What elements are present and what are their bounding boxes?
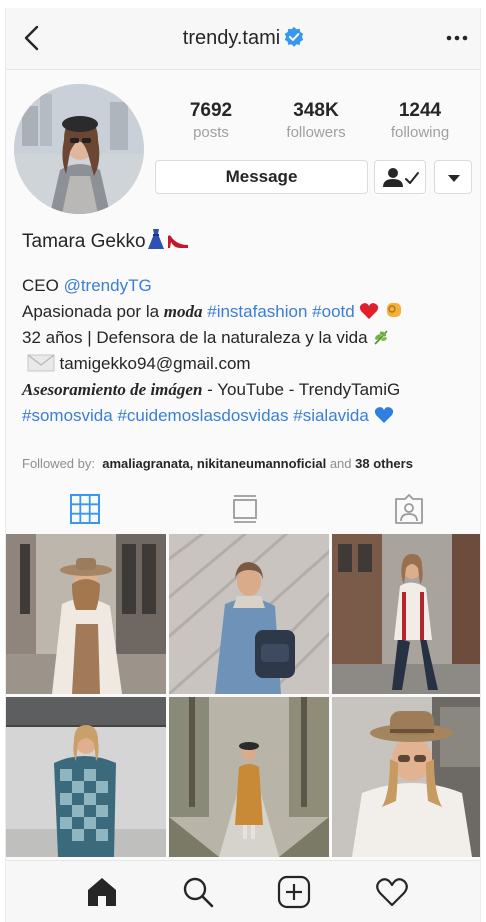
followers-stat[interactable]: 348K followers	[271, 100, 361, 141]
red-heart-emoji-icon	[360, 303, 379, 319]
search-icon	[183, 877, 214, 908]
post-thumbnail-3[interactable]	[332, 534, 480, 694]
avatar-image	[14, 84, 144, 214]
post-image	[169, 697, 329, 857]
hashtag-ootd[interactable]: #ootd	[312, 302, 355, 321]
feed-icon	[233, 495, 257, 523]
more-horizontal-icon	[446, 35, 468, 41]
followers-label: followers	[286, 124, 346, 141]
post-image	[6, 697, 166, 857]
herb-emoji-icon	[374, 330, 388, 345]
bio-line-email: tamigekko94@gmail.com	[22, 351, 472, 377]
hashtag-instafashion[interactable]: #instafashion	[207, 302, 307, 321]
bio-line-youtube: Asesoramiento de imágen - YouTube - Tren…	[22, 377, 472, 403]
posts-grid	[6, 534, 480, 860]
bio-youtube-text: - YouTube - TrendyTamiG	[202, 380, 401, 399]
bio-line-hashtags: #somosvida #cuidemoslasdosvidas #sialavi…	[22, 403, 472, 429]
profile-name: Tamara Gekko	[22, 228, 472, 255]
bio-line-passion: Apasionada por la moda #instafashion #oo…	[22, 299, 472, 325]
post-thumbnail-5[interactable]	[169, 697, 329, 857]
more-options-button[interactable]	[444, 30, 470, 46]
post-image	[169, 534, 329, 694]
nav-home[interactable]	[85, 875, 119, 909]
nav-new-post[interactable]	[277, 875, 311, 909]
suggestions-dropdown-button[interactable]	[434, 160, 472, 194]
post-image	[332, 697, 480, 857]
followers-count: 348K	[293, 100, 339, 121]
dress-emoji-icon	[147, 229, 164, 249]
hashtag-cuidemoslasdosvidas[interactable]: #cuidemoslasdosvidas	[117, 406, 288, 425]
profile-bio: Tamara Gekko CEO @trendyTG Apasionada po…	[22, 228, 472, 429]
posts-label: posts	[193, 124, 229, 141]
nav-activity[interactable]	[375, 875, 409, 909]
profile-avatar[interactable]	[14, 84, 144, 214]
post-thumbnail-6[interactable]	[332, 697, 480, 857]
ok-hand-emoji-icon	[387, 303, 402, 317]
bio-moda-text: moda	[163, 302, 203, 321]
bio-about-text: 32 años | Defensora de la naturaleza y l…	[22, 328, 368, 347]
person-check-icon	[383, 168, 419, 187]
top-bar: trendy.tami	[6, 8, 480, 70]
bio-passion-text: Apasionada por la	[22, 302, 164, 321]
message-button[interactable]: Message	[155, 160, 368, 194]
hashtag-sialavida[interactable]: #sialavida	[293, 406, 369, 425]
followed-by-others: 38 others	[355, 456, 413, 471]
bio-line-about: 32 años | Defensora de la naturaleza y l…	[22, 325, 472, 351]
followed-by[interactable]: Followed by: amaliagranata, nikitaneuman…	[22, 456, 413, 471]
bio-line-ceo: CEO @trendyTG	[22, 273, 472, 299]
email-text[interactable]: tamigekko94@gmail.com	[59, 354, 250, 373]
posts-count: 7692	[189, 100, 233, 121]
app-frame: trendy.tami 7692 posts 348K followers 12…	[5, 8, 481, 922]
hashtag-somosvida[interactable]: #somosvida	[22, 406, 113, 425]
verified-badge-icon	[284, 26, 304, 47]
mention-link[interactable]: @trendyTG	[64, 276, 152, 295]
blue-heart-emoji-icon	[374, 407, 393, 423]
nav-search[interactable]	[181, 875, 215, 909]
header-title: trendy.tami	[6, 26, 480, 50]
posts-stat[interactable]: 7692 posts	[166, 100, 256, 141]
followed-by-and: and	[329, 456, 352, 471]
username-title: trendy.tami	[182, 27, 281, 49]
caret-down-icon	[448, 175, 460, 182]
profile-tabs	[6, 482, 480, 532]
post-thumbnail-4[interactable]	[6, 697, 166, 857]
post-image	[6, 534, 166, 694]
post-thumbnail-1[interactable]	[6, 534, 166, 694]
profile-header: 7692 posts 348K followers 1244 following…	[6, 70, 480, 218]
following-count: 1244	[398, 100, 442, 121]
tagged-person-icon	[395, 494, 423, 524]
following-stat[interactable]: 1244 following	[375, 100, 465, 141]
grid-icon	[70, 494, 100, 524]
following-button[interactable]	[374, 160, 426, 194]
tab-feed[interactable]	[228, 494, 262, 524]
profile-name-text: Tamara Gekko	[22, 231, 146, 252]
bio-ceo-text: CEO	[22, 276, 64, 295]
home-icon	[88, 878, 116, 906]
followed-by-prefix: Followed by:	[22, 456, 95, 471]
post-thumbnail-2[interactable]	[169, 534, 329, 694]
tab-tagged[interactable]	[392, 494, 426, 524]
tab-grid[interactable]	[68, 494, 102, 524]
post-image	[332, 534, 480, 694]
following-label: following	[390, 124, 450, 141]
followed-by-names: amaliagranata, nikitaneumannoficial	[102, 456, 327, 471]
high-heel-emoji-icon	[167, 235, 188, 248]
plus-square-icon	[277, 875, 311, 909]
bio-asesoramiento-text: Asesoramiento de imágen	[22, 380, 203, 399]
envelope-icon	[27, 354, 55, 372]
bottom-navigation	[6, 860, 480, 922]
heart-icon	[376, 878, 408, 907]
